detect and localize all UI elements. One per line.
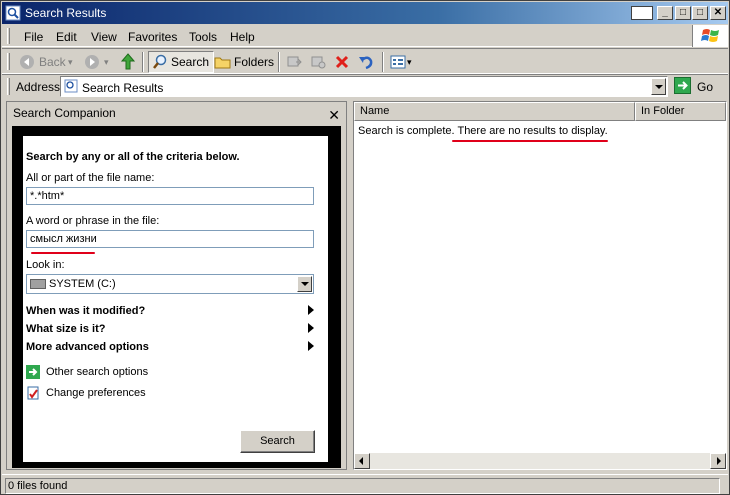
filename-label: All or part of the file name: [26,172,155,184]
forward-dropdown-icon[interactable]: ▾ [104,52,109,72]
companion-body: Search by any or all of the criteria bel… [12,126,341,468]
folders-icon[interactable] [214,54,232,70]
advanced-option-label: More advanced options [26,341,149,353]
maximize-button[interactable]: □ [675,6,691,20]
toolbar-grip[interactable] [7,53,10,70]
other-search-options-label: Other search options [46,366,149,378]
menu-grip[interactable] [7,28,10,44]
back-dropdown-icon[interactable]: ▾ [68,52,73,72]
views-icon[interactable] [390,54,406,70]
lookin-label: Look in: [26,259,65,271]
restore-button[interactable]: □ [692,6,708,20]
search-button[interactable]: Search [148,51,215,73]
results-message-prefix: Search is complete. [358,125,455,137]
toolbar-separator [382,52,384,72]
change-preferences-label: Change preferences [46,387,146,399]
lookin-dropdown-button[interactable] [297,276,312,292]
nvidia-icon[interactable] [631,6,653,20]
menu-help[interactable]: Help [230,30,255,44]
close-pane-icon[interactable]: ✕ [328,104,340,126]
expand-arrow-icon [308,341,314,351]
move-to-icon[interactable] [286,54,302,70]
forward-arrow-icon[interactable] [84,54,100,70]
toolbar-separator [278,52,280,72]
back-arrow-icon[interactable] [19,54,35,70]
views-dropdown-icon[interactable]: ▾ [407,52,412,72]
results-pane: Name In Folder Search is complete. There… [353,101,727,470]
search-button-label: Search [171,55,210,69]
modified-option[interactable]: When was it modified? [26,305,314,317]
toolbar-separator [142,52,144,72]
results-message: Search is complete. There are no results… [358,125,608,137]
up-folder-icon[interactable] [120,53,136,71]
horizontal-scrollbar[interactable] [354,453,726,469]
menu-view[interactable]: View [91,30,117,44]
size-option-label: What size is it? [26,323,106,335]
phrase-underline-annotation [31,252,95,254]
results-message-highlight: There are no results to display. [457,125,608,137]
scroll-left-button[interactable] [354,453,370,469]
address-label: Address [16,80,61,94]
expand-arrow-icon [308,305,314,315]
standard-toolbar: Back ▾ ▾ Search Folders ▾ [2,48,728,74]
modified-option-label: When was it modified? [26,305,146,317]
search-results-icon [5,5,21,21]
search-companion-pane: Search Companion ✕ Search by any or all … [6,101,347,470]
search-companion-header: Search Companion ✕ [7,102,346,124]
go-label: Go [697,80,714,94]
results-underline-annotation [452,140,608,142]
delete-icon[interactable] [334,54,350,70]
windows-logo-icon [692,25,728,47]
undo-icon[interactable] [358,54,374,70]
green-arrow-icon [26,365,40,379]
drive-icon [30,279,46,289]
column-header-name[interactable]: Name [354,102,635,121]
column-header-folder[interactable]: In Folder [635,102,726,121]
menu-edit[interactable]: Edit [56,30,77,44]
menu-tools[interactable]: Tools [189,30,217,44]
criteria-heading: Search by any or all of the criteria bel… [26,151,240,163]
minimize-button[interactable]: _ [657,6,673,20]
search-results-icon [64,79,78,93]
filename-input[interactable]: *.*htm* [26,187,314,205]
address-value: Search Results [82,81,164,95]
close-button[interactable]: ✕ [710,6,726,20]
window-title: Search Results [25,6,107,20]
address-dropdown-button[interactable] [651,78,666,95]
menu-bar: File Edit View Favorites Tools Help [2,25,728,47]
advanced-option[interactable]: More advanced options [26,341,314,353]
phrase-label: A word or phrase in the file: [26,215,160,227]
back-button[interactable]: Back [39,52,66,72]
size-option[interactable]: What size is it? [26,323,314,335]
search-companion-title: Search Companion [13,106,116,120]
phrase-input[interactable]: смысл жизни [26,230,314,248]
lookin-select[interactable]: SYSTEM (C:) [26,274,314,294]
lookin-value: SYSTEM (C:) [49,278,116,290]
explorer-window: Search Results _ □ □ ✕ File Edit View Fa… [0,0,730,495]
status-text: 0 files found [5,478,720,494]
address-bar: Address Search Results Go [2,74,728,98]
preferences-icon [27,386,39,400]
address-grip[interactable] [7,78,10,95]
search-criteria-card: Search by any or all of the criteria bel… [23,136,328,462]
address-input[interactable]: Search Results [60,76,668,97]
go-arrow-icon [674,77,691,94]
expand-arrow-icon [308,323,314,333]
copy-to-icon[interactable] [310,54,326,70]
title-bar[interactable]: Search Results _ □ □ ✕ [2,2,728,24]
scroll-right-button[interactable] [710,453,726,469]
search-icon [153,54,167,69]
folders-button[interactable]: Folders [234,52,274,72]
menu-favorites[interactable]: Favorites [128,30,177,44]
search-submit-button[interactable]: Search [240,430,315,453]
status-bar: 0 files found [2,474,728,494]
menu-file[interactable]: File [24,30,43,44]
